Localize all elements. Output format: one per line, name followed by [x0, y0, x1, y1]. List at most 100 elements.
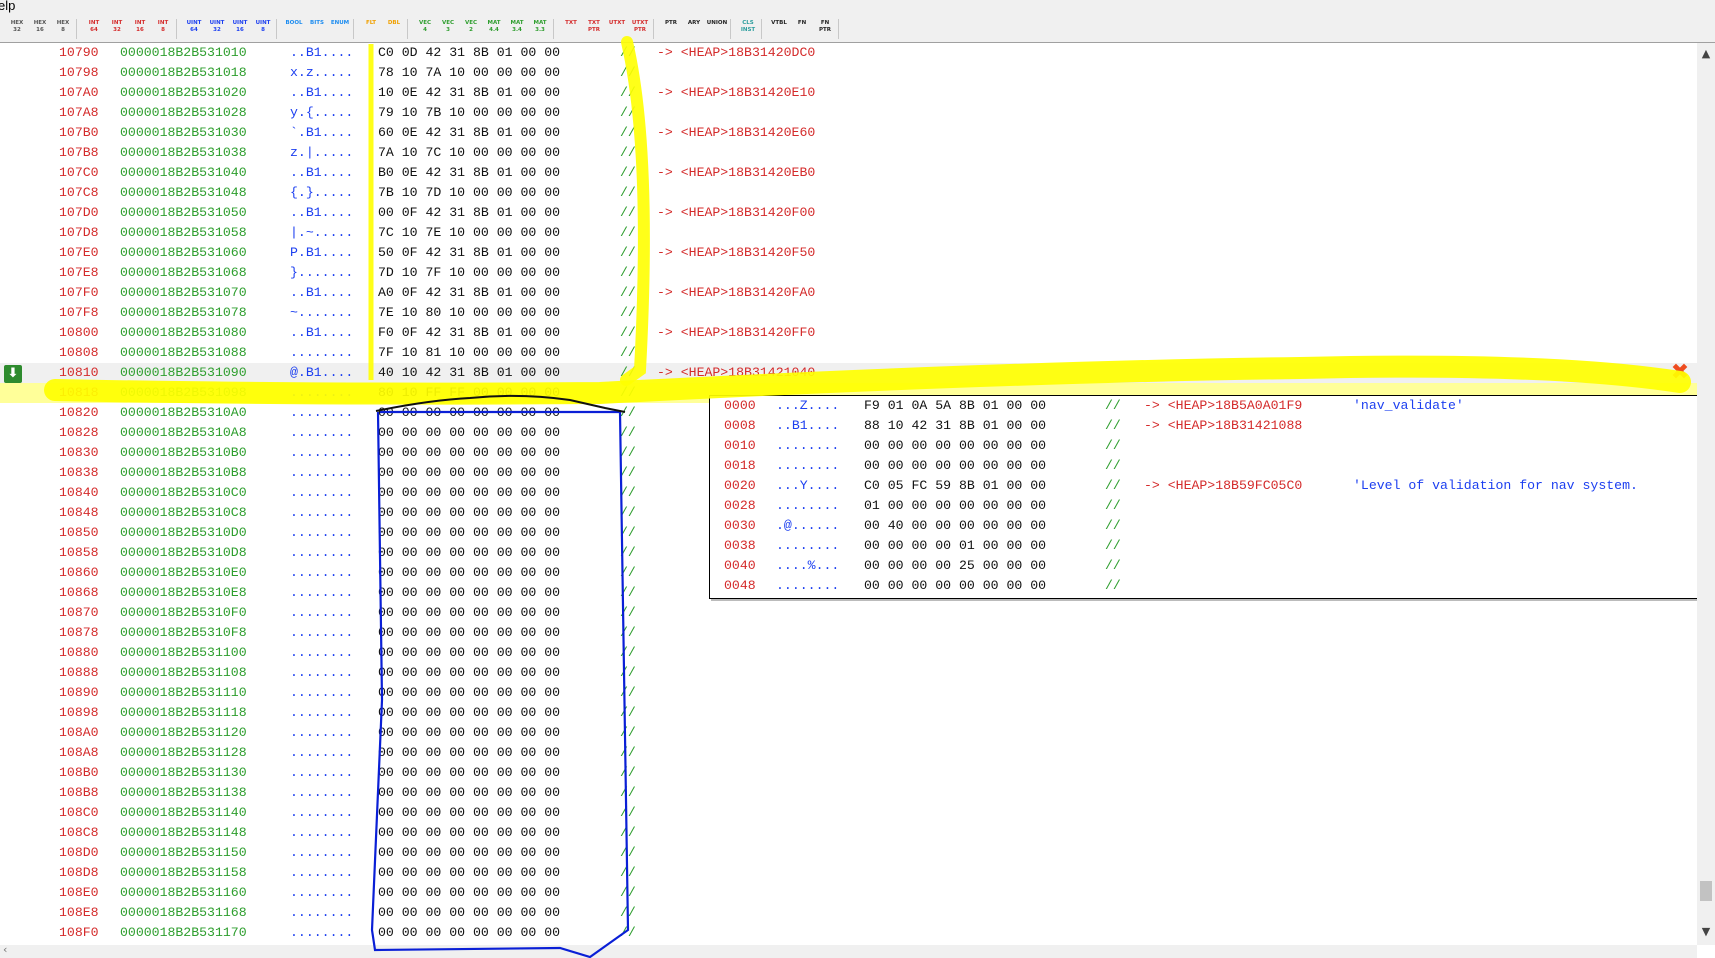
memory-row[interactable]: 108E0 0000018B2B531160........ 00 00 00 00… [0, 883, 1697, 903]
address-cell: 0000018B2B531058 [120, 225, 247, 240]
popup-row[interactable]: 0000 ...Z.... F9 01 0A 5A 8B 01 00 00 // -> … [710, 396, 1709, 416]
memory-row[interactable]: 10870 0000018B2B5310F0........ 00 00 00 00… [0, 603, 1697, 623]
memory-row[interactable]: 10790 0000018B2B531010 ..B1.... C0 0D 42 31… [0, 43, 1697, 63]
memory-row[interactable]: 107C8 0000018B2B531048 {.}..... 7B 10 7D 10… [0, 183, 1697, 203]
popup-row[interactable]: 0008 ..B1.... 88 10 42 31 8B 01 00 00 // -> … [710, 416, 1709, 436]
type-button[interactable]: UINT 32 [206, 20, 228, 34]
memory-row[interactable]: 10890 0000018B2B531110........ 00 00 00 00… [0, 683, 1697, 703]
type-button[interactable]: BOOL [283, 20, 305, 27]
type-button[interactable]: MAT 4.4 [483, 20, 505, 34]
memory-row[interactable]: 10880 0000018B2B531100........ 00 00 00 00… [0, 643, 1697, 663]
type-button[interactable]: UNION [706, 20, 728, 27]
type-button[interactable]: HEX 32 [6, 20, 28, 34]
memory-row[interactable]: 108F0 0000018B2B531170........ 00 00 00 00… [0, 923, 1697, 943]
memory-row[interactable]: 10888 0000018B2B531108........ 00 00 00 00… [0, 663, 1697, 683]
popup-row[interactable]: 0020 ...Y.... C0 05 FC 59 8B 01 00 00 // -> … [710, 476, 1709, 496]
popup-row[interactable]: 0038........ 00 00 00 00 01 00 00 00 // [710, 536, 1709, 556]
popup-row[interactable]: 0040....%... 00 00 00 00 25 00 00 00 // [710, 556, 1709, 576]
close-x-icon[interactable]: ✖ [1669, 362, 1691, 384]
ascii-cell: ..B1.... [290, 285, 354, 300]
type-button[interactable]: VEC 4 [414, 20, 436, 34]
type-button[interactable]: VEC 3 [437, 20, 459, 34]
type-button-sublabel: PTR [633, 27, 647, 33]
memory-row[interactable]: 107F0 0000018B2B531070 ..B1.... A0 0F 42 31… [0, 283, 1697, 303]
vertical-scrollbar[interactable]: ▲ ▼ [1697, 43, 1715, 945]
type-button[interactable]: MAT 3.4 [506, 20, 528, 34]
ascii-cell: `.B1.... [290, 125, 354, 140]
memory-row[interactable]: 108A0 0000018B2B531120........ 00 00 00 00… [0, 723, 1697, 743]
type-button[interactable]: TXT PTR [583, 20, 605, 34]
popup-row[interactable]: 0018........ 00 00 00 00 00 00 00 00 // [710, 456, 1709, 476]
memory-row[interactable]: 10898 0000018B2B531118........ 00 00 00 00… [0, 703, 1697, 723]
memory-row[interactable]: 107E8 0000018B2B531068}....... 7D 10 7F 10… [0, 263, 1697, 283]
offset-cell: 10898 [59, 705, 99, 720]
ascii-cell: ........ [290, 425, 354, 440]
type-button[interactable]: PTR [660, 20, 682, 27]
popup-row[interactable]: 0030 .@...... 00 40 00 00 00 00 00 00 // [710, 516, 1709, 536]
memory-row[interactable]: 107E0 0000018B2B531060 P.B1.... 50 0F 42 31… [0, 243, 1697, 263]
menu-help[interactable]: elp [0, 0, 15, 13]
type-button[interactable]: VTBL [768, 20, 790, 27]
memory-row[interactable]: 108D8 0000018B2B531158........ 00 00 00 00… [0, 863, 1697, 883]
address-cell: 0000018B2B531168 [120, 905, 247, 920]
popup-row[interactable]: 0048........ 00 00 00 00 00 00 00 00 // [710, 576, 1709, 596]
memory-row[interactable]: 108B8 0000018B2B531138........ 00 00 00 00… [0, 783, 1697, 803]
comment-marker: // [620, 605, 636, 620]
type-button[interactable]: TXT [560, 20, 582, 27]
type-button[interactable]: UTXT PTR [629, 20, 651, 34]
memory-row[interactable]: 108D0 0000018B2B531150........ 00 00 00 00… [0, 843, 1697, 863]
scroll-up-icon[interactable]: ▲ [1697, 45, 1715, 62]
type-button[interactable]: INT 32 [106, 20, 128, 34]
memory-row[interactable]: 10800 0000018B2B531080 ..B1.... F0 0F 42 31… [0, 323, 1697, 343]
memory-row[interactable]: 107D8 0000018B2B531058 |.~..... 7C 10 7E 10… [0, 223, 1697, 243]
type-button[interactable]: INT 8 [152, 20, 174, 34]
memory-row[interactable]: 10808 0000018B2B531088........ 7F 10 81 10… [0, 343, 1697, 363]
memory-row[interactable]: 107C0 0000018B2B531040 ..B1.... B0 0E 42 31… [0, 163, 1697, 183]
hex-bytes-cell: 00 00 00 00 00 00 00 00 [378, 865, 561, 880]
type-button[interactable]: ARY [683, 20, 705, 27]
type-button[interactable]: FN [791, 20, 813, 27]
memory-row[interactable]: 108A8 0000018B2B531128........ 00 00 00 00… [0, 743, 1697, 763]
type-button[interactable]: UINT 16 [229, 20, 251, 34]
memory-row[interactable]: 108E8 0000018B2B531168........ 00 00 00 00… [0, 903, 1697, 923]
type-button[interactable]: ENUM [329, 20, 351, 27]
memory-row[interactable]: 107A8 0000018B2B531028 y.{..... 79 10 7B 10… [0, 103, 1697, 123]
type-button[interactable]: MAT 3.3 [529, 20, 551, 34]
memory-row[interactable]: 10878 0000018B2B5310F8........ 00 00 00 00… [0, 623, 1697, 643]
type-button[interactable]: DBL [383, 20, 405, 27]
toolbar-separator [553, 19, 554, 39]
memory-row[interactable]: 10798 0000018B2B531018 x.z..... 78 10 7A 10… [0, 63, 1697, 83]
address-cell: 0000018B2B5310B0 [120, 445, 247, 460]
type-button[interactable]: INT 16 [129, 20, 151, 34]
type-button[interactable]: HEX 16 [29, 20, 51, 34]
memory-row[interactable]: 108C0 0000018B2B531140........ 00 00 00 00… [0, 803, 1697, 823]
memory-row[interactable]: 108C8 0000018B2B531148........ 00 00 00 00… [0, 823, 1697, 843]
horizontal-scrollbar[interactable]: ‹ [0, 943, 1697, 958]
memory-row[interactable]: 107B8 0000018B2B531038 z.|..... 7A 10 7C 10… [0, 143, 1697, 163]
hex-bytes-cell: 00 00 00 00 00 00 00 00 [378, 545, 561, 560]
memory-row[interactable]: 107F8 0000018B2B531078 ~....... 7E 10 80 10… [0, 303, 1697, 323]
type-button[interactable]: VEC 2 [460, 20, 482, 34]
type-button[interactable]: UINT 64 [183, 20, 205, 34]
memory-row[interactable]: 107A0 0000018B2B531020 ..B1.... 10 0E 42 31… [0, 83, 1697, 103]
type-button[interactable]: FLT [360, 20, 382, 27]
memory-row[interactable]: 107B0 0000018B2B531030 `.B1.... 60 0E 42 31… [0, 123, 1697, 143]
type-button[interactable]: BITS [306, 20, 328, 27]
type-button[interactable]: INT 64 [83, 20, 105, 34]
scroll-down-icon[interactable]: ▼ [1697, 923, 1715, 940]
memory-row[interactable]: 107D0 0000018B2B531050 ..B1.... 00 0F 42 31… [0, 203, 1697, 223]
down-arrow-icon[interactable]: ⬇ [4, 365, 22, 383]
memory-row[interactable]: 108B0 0000018B2B531130........ 00 00 00 00… [0, 763, 1697, 783]
popup-row[interactable]: 0010........ 00 00 00 00 00 00 00 00 // [710, 436, 1709, 456]
type-button[interactable]: CLS INST [737, 20, 759, 34]
comment-marker: // [620, 765, 636, 780]
hex-bytes-cell: 7A 10 7C 10 00 00 00 00 [378, 145, 561, 160]
memory-row[interactable]: 10810 0000018B2B531090 @.B1.... 40 10 42 31… [0, 363, 1697, 383]
popup-row[interactable]: 0028........ 01 00 00 00 00 00 00 00 // [710, 496, 1709, 516]
type-button[interactable]: HEX 8 [52, 20, 74, 34]
type-button[interactable]: UINT 8 [252, 20, 274, 34]
scroll-left-icon[interactable]: ‹ [3, 943, 7, 956]
scroll-thumb[interactable] [1700, 881, 1712, 901]
type-button[interactable]: FN PTR [814, 20, 836, 34]
type-button[interactable]: UTXT [606, 20, 628, 27]
